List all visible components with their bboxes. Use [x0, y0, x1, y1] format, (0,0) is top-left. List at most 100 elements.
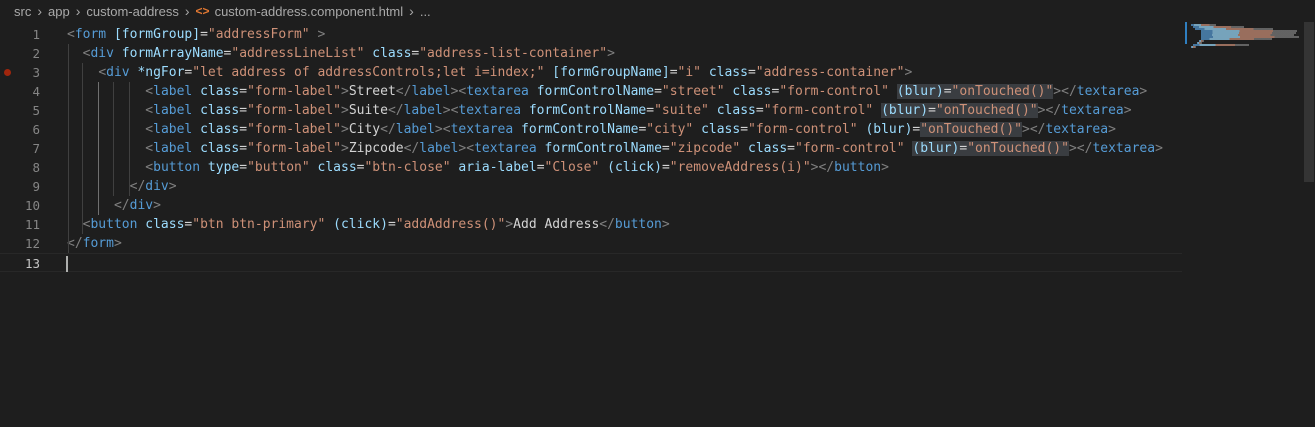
code-line[interactable]: 8 <button type="button" class="btn-close"… [0, 158, 1182, 177]
code-line[interactable]: 4 <label class="form-label">Street</label… [0, 82, 1182, 101]
code-token: class [200, 122, 240, 137]
line-number: 9 [32, 179, 40, 194]
code-token: [formGroup] [113, 27, 201, 42]
breakpoint-gutter[interactable] [0, 177, 14, 196]
breakpoint-gutter[interactable] [0, 158, 14, 177]
code-token: (click) [607, 160, 662, 175]
code-token: label [395, 122, 435, 137]
breakpoint-icon[interactable] [4, 69, 11, 76]
code-token: </ [129, 179, 146, 194]
code-token: class [372, 46, 412, 61]
code-token: </ [67, 236, 83, 251]
code-token: (blur) [881, 103, 929, 118]
indent-guide [113, 82, 115, 196]
breakpoint-gutter[interactable] [0, 25, 14, 44]
indent-guide [129, 82, 131, 196]
code-token: > [661, 217, 670, 232]
code-token: "removeAddress(i)" [669, 160, 811, 175]
code-token: > [1123, 103, 1132, 118]
code-token: > [1053, 84, 1062, 99]
breakpoint-gutter[interactable] [0, 82, 14, 101]
line-number: 11 [24, 217, 40, 232]
code-token: "Close" [544, 160, 600, 175]
breadcrumb-symbols[interactable]: ... [420, 4, 431, 19]
breadcrumb-custom-address[interactable]: custom-address [86, 4, 178, 19]
line-number: 13 [24, 256, 40, 271]
code-token: </ [818, 160, 835, 175]
code-token: formControlName [536, 84, 655, 99]
code-token: = [239, 122, 248, 137]
code-token: "form-control" [795, 141, 905, 156]
code-line[interactable]: 11 <button class="btn btn-primary" (click… [0, 215, 1182, 234]
code-line[interactable]: 10 </div> [0, 196, 1182, 215]
code-token: (blur) [865, 122, 913, 137]
code-token: class [701, 122, 741, 137]
code-token: label [153, 84, 193, 99]
code-token: button [90, 217, 138, 232]
code-line[interactable]: 5 <label class="form-label">Suite</label>… [0, 101, 1182, 120]
code-line[interactable]: 2 <div formArrayName="addressLineList" cl… [0, 44, 1182, 63]
code-token: div [90, 46, 114, 61]
chevron-right-icon: › [75, 3, 81, 19]
indent-guide [97, 82, 99, 215]
minimap[interactable] [1185, 22, 1300, 52]
code-token: > [1139, 84, 1148, 99]
breadcrumb-file[interactable]: custom-address.component.html [215, 4, 404, 19]
code-token: < [145, 160, 154, 175]
breakpoint-gutter[interactable] [0, 120, 14, 139]
code-token: class [708, 65, 748, 80]
code-token: textarea [1061, 103, 1124, 118]
code-line[interactable]: 12 </form> [0, 234, 1182, 253]
code-token: Suite [348, 103, 388, 118]
code-token: button [614, 217, 662, 232]
code-line[interactable]: 13 [0, 253, 1182, 272]
code-token: > [505, 217, 514, 232]
code-line[interactable]: 3 <div *ngFor = "let address of addressCont… [0, 63, 1182, 82]
vertical-scrollbar[interactable] [1301, 22, 1315, 427]
breakpoint-gutter[interactable] [0, 234, 14, 253]
breakpoint-gutter[interactable] [0, 44, 14, 63]
code-line[interactable]: 9 </div> [0, 177, 1182, 196]
line-code: <form [formGroup]="addressForm" > [67, 25, 325, 44]
line-code: </form> [67, 234, 122, 253]
code-token: form [82, 236, 114, 251]
code-line[interactable]: 1 <form [formGroup]="addressForm" > [0, 25, 1182, 44]
breakpoint-gutter[interactable] [0, 196, 14, 215]
code-line[interactable]: 6 <label class="form-label">City</label><… [0, 120, 1182, 139]
scrollbar-thumb[interactable] [1304, 22, 1314, 182]
code-token: (click) [333, 217, 388, 232]
code-token: label [419, 141, 459, 156]
breadcrumb-src[interactable]: src [14, 4, 31, 19]
breakpoint-gutter[interactable] [0, 63, 14, 82]
code-token: > [113, 236, 122, 251]
code-token: > [153, 198, 161, 213]
code-line[interactable]: 7 <label class="form-label">Zipcode</labe… [0, 139, 1182, 158]
code-token: formControlName [521, 122, 639, 137]
code-token: = [654, 84, 662, 99]
code-token: > [442, 103, 451, 118]
breakpoint-gutter[interactable] [0, 139, 14, 158]
code-token: > [340, 122, 349, 137]
code-token: label [153, 103, 193, 118]
code-token: "addressLineList" [231, 46, 365, 61]
breadcrumb-app[interactable]: app [48, 4, 70, 19]
line-code: <label class="form-label">Zipcode</label… [145, 139, 1163, 158]
breakpoint-gutter[interactable] [0, 254, 14, 273]
line-number: 5 [32, 103, 40, 118]
code-token: "let address of addressControls;let i=in… [192, 65, 545, 80]
breakpoint-gutter[interactable] [0, 101, 14, 120]
breakpoint-gutter[interactable] [0, 215, 14, 234]
code-token: "form-control" [779, 84, 889, 99]
code-token: class [200, 84, 240, 99]
code-editor[interactable]: 1 <form [formGroup]="addressForm" >2 <div … [0, 22, 1315, 427]
code-token: "form-label" [247, 122, 341, 137]
code-token: "form-control" [763, 103, 874, 118]
minimap-line [1193, 44, 1250, 46]
code-token: </ [113, 198, 130, 213]
code-token: form [74, 27, 107, 42]
